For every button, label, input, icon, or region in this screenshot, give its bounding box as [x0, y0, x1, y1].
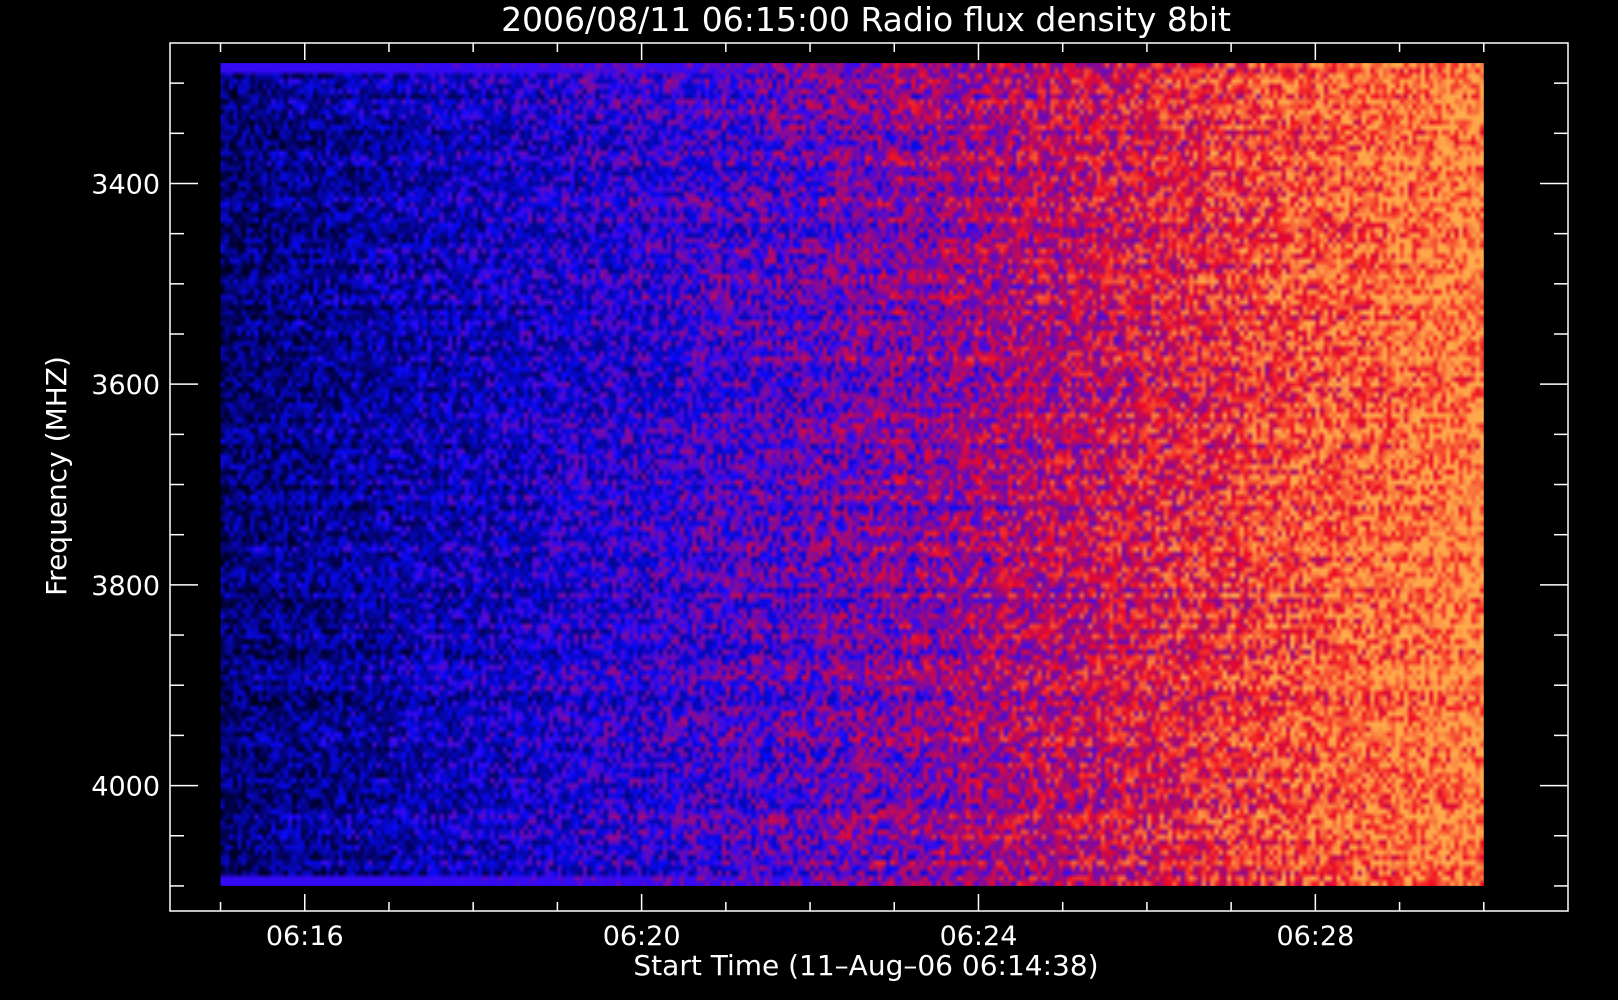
- x-tick-label: 06:24: [940, 921, 1018, 952]
- y-tick-label: 3400: [91, 169, 160, 200]
- heatmap-image: [220, 63, 1484, 886]
- y-tick-label: 3800: [91, 571, 160, 602]
- y-axis-label: Frequency (MHZ): [40, 356, 73, 596]
- y-tick-label: 3600: [91, 370, 160, 401]
- heatmap-area: [220, 63, 1484, 886]
- spectrogram-chart: 2006/08/11 06:15:00 Radio flux density 8…: [40, 0, 1569, 982]
- x-tick-label: 06:20: [603, 921, 681, 952]
- x-axis-label: Start Time (11–Aug–06 06:14:38): [633, 949, 1098, 982]
- chart-title: 2006/08/11 06:15:00 Radio flux density 8…: [501, 0, 1231, 39]
- x-tick-label: 06:16: [266, 921, 344, 952]
- x-tick-label: 06:28: [1276, 921, 1354, 952]
- y-tick-label: 4000: [91, 772, 160, 803]
